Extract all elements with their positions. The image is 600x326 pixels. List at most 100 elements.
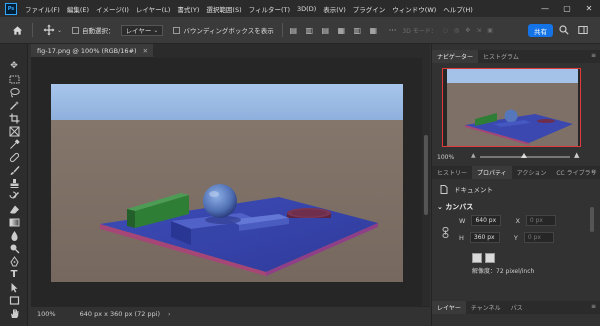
align-bottom-icon[interactable]: ▦ — [368, 25, 379, 36]
eraser-tool-icon[interactable] — [8, 203, 20, 215]
pen-tool-icon[interactable] — [8, 255, 20, 267]
tab-histogram[interactable]: ヒストグラム — [478, 50, 524, 63]
navigator-zoom-value[interactable]: 100% — [437, 154, 454, 161]
rectangular-marquee-icon[interactable] — [8, 73, 20, 85]
canvas-action-buttons — [472, 253, 498, 263]
workspace-icon[interactable] — [577, 24, 589, 36]
menu-file[interactable]: ファイル(F) — [25, 4, 60, 14]
3d-mode-label: 3D モード： — [402, 27, 437, 35]
slider-handle[interactable] — [521, 153, 527, 158]
panel-menu-icon[interactable]: ≡ — [591, 52, 596, 59]
tab-history[interactable]: ヒストリー — [432, 166, 472, 179]
minimize-button[interactable]: — — [534, 0, 556, 17]
magic-wand-icon[interactable] — [8, 99, 20, 111]
auto-select-label: 自動選択： — [82, 27, 115, 35]
align-center-icon[interactable]: ▥ — [304, 25, 315, 36]
menu-help[interactable]: ヘルプ(H) — [443, 4, 472, 14]
brush-tool-icon[interactable] — [8, 164, 20, 176]
navigator-preview[interactable] — [442, 68, 581, 147]
auto-select-checkbox[interactable] — [72, 26, 80, 34]
blur-tool-icon[interactable] — [8, 229, 20, 241]
photoshop-window: Ps ファイル(F) 編集(E) イメージ(I) レイヤー(L) 書式(Y) 選… — [0, 0, 600, 326]
width-label: W — [459, 216, 466, 225]
home-icon[interactable] — [10, 23, 24, 37]
x-field[interactable]: 0 px — [525, 215, 556, 226]
menu-view[interactable]: 表示(V) — [323, 4, 346, 14]
tab-channels[interactable]: チャンネル — [466, 301, 506, 314]
scrollbar-thumb[interactable] — [424, 135, 428, 215]
panel-menu-icon[interactable]: ≡ — [591, 303, 596, 310]
type-tool-icon[interactable]: T — [8, 268, 20, 280]
document-tab-title: fig-17.png @ 100% (RGB/16#) — [37, 46, 137, 55]
tab-properties[interactable]: プロパティ — [472, 166, 512, 179]
align-top-icon[interactable]: ▦ — [336, 25, 347, 36]
clone-stamp-icon[interactable] — [8, 177, 20, 189]
healing-brush-icon[interactable] — [8, 151, 20, 163]
tab-navigator[interactable]: ナビゲーター — [432, 50, 479, 63]
menu-image[interactable]: イメージ(I) — [96, 4, 129, 14]
menu-filter[interactable]: フィルター(T) — [249, 4, 290, 14]
tab-strip — [153, 44, 430, 58]
image-icon[interactable] — [485, 253, 495, 263]
canvas-section-title[interactable]: ⌄ カンバス — [437, 202, 473, 212]
3d-scale-icon: ▣ — [487, 26, 493, 34]
tab-paths[interactable]: パス — [506, 301, 528, 314]
menu-window[interactable]: ウィンドウ(W) — [392, 4, 436, 14]
tab-layers[interactable]: レイヤー — [432, 301, 466, 314]
eyedropper-icon[interactable] — [8, 138, 20, 150]
share-button[interactable]: 共有 — [528, 24, 553, 37]
menu-plugins[interactable]: プラグイン — [353, 4, 386, 14]
menu-3d[interactable]: 3D(D) — [297, 5, 316, 13]
align-right-icon[interactable]: ▤ — [320, 25, 331, 36]
menu-bar: Ps ファイル(F) 編集(E) イメージ(I) レイヤー(L) 書式(Y) 選… — [0, 0, 600, 17]
zoom-out-icon[interactable]: ▲ — [471, 152, 476, 159]
options-bar: ⌄ 自動選択： レイヤー ⌄ バウンディングボックスを表示 ▤ ▥ ▤ ▦ ▥ … — [0, 17, 600, 44]
canvas-size-row-1: W 640 px X 0 px — [459, 215, 556, 226]
properties-scrollbar[interactable] — [590, 207, 594, 232]
gradient-tool-icon[interactable] — [8, 216, 20, 228]
align-left-icon[interactable]: ▤ — [288, 25, 299, 36]
canvas-vertical-scrollbar[interactable] — [422, 58, 430, 306]
dodge-tool-icon[interactable] — [8, 242, 20, 254]
move-tool-icon[interactable]: ✥ — [8, 60, 20, 72]
navigator-zoom-row: 100% ▲ ▲ — [437, 151, 597, 162]
navigator-tab-bar: ナビゲーター ヒストグラム ≡ — [432, 50, 600, 63]
resolution-text: 解像度：72 pixel/inch — [472, 268, 535, 275]
menu-layer[interactable]: レイヤー(L) — [136, 4, 171, 14]
3d-rotate-icon: ◌ — [442, 26, 448, 34]
chevron-down-icon[interactable]: ⌄ — [57, 27, 62, 34]
lasso-tool-icon[interactable] — [8, 86, 20, 98]
path-selection-icon[interactable] — [8, 281, 20, 293]
menu-edit[interactable]: 編集(E) — [67, 4, 89, 14]
hand-tool-icon[interactable] — [8, 307, 20, 319]
y-field[interactable]: 0 px — [523, 232, 554, 243]
move-tool-icon[interactable] — [43, 24, 55, 36]
align-middle-icon[interactable]: ▥ — [352, 25, 363, 36]
status-menu-arrow[interactable]: › — [168, 310, 171, 318]
canvas-orientation-icon[interactable] — [472, 253, 482, 263]
bounding-box-label: バウンディングボックスを表示 — [183, 27, 274, 35]
frame-tool-icon[interactable] — [8, 125, 20, 137]
crop-tool-icon[interactable] — [8, 112, 20, 124]
maximize-button[interactable]: ▢ — [556, 0, 578, 17]
link-icon[interactable] — [442, 227, 450, 238]
height-field[interactable]: 360 px — [469, 232, 500, 243]
rectangle-tool-icon[interactable] — [8, 294, 20, 306]
search-icon[interactable] — [558, 24, 570, 36]
auto-select-target-dropdown[interactable]: レイヤー ⌄ — [120, 24, 164, 36]
panel-menu-icon[interactable]: ≡ — [591, 168, 596, 175]
zoom-in-icon[interactable]: ▲ — [574, 151, 579, 159]
width-field[interactable]: 640 px — [471, 215, 502, 226]
bounding-box-checkbox[interactable] — [173, 26, 181, 34]
close-icon[interactable]: ✕ — [143, 47, 148, 55]
close-button[interactable]: ✕ — [578, 0, 600, 17]
document-canvas[interactable] — [51, 84, 403, 282]
tab-actions[interactable]: アクション — [512, 166, 552, 179]
document-tab[interactable]: fig-17.png @ 100% (RGB/16#) ✕ — [31, 44, 153, 58]
zoom-level[interactable]: 100% — [37, 310, 56, 318]
menu-type[interactable]: 書式(Y) — [177, 4, 199, 14]
photoshop-logo[interactable]: Ps — [5, 2, 17, 15]
menu-select[interactable]: 選択範囲(S) — [206, 4, 241, 14]
more-options-button[interactable]: ··· — [389, 26, 397, 35]
history-brush-icon[interactable] — [8, 190, 20, 202]
